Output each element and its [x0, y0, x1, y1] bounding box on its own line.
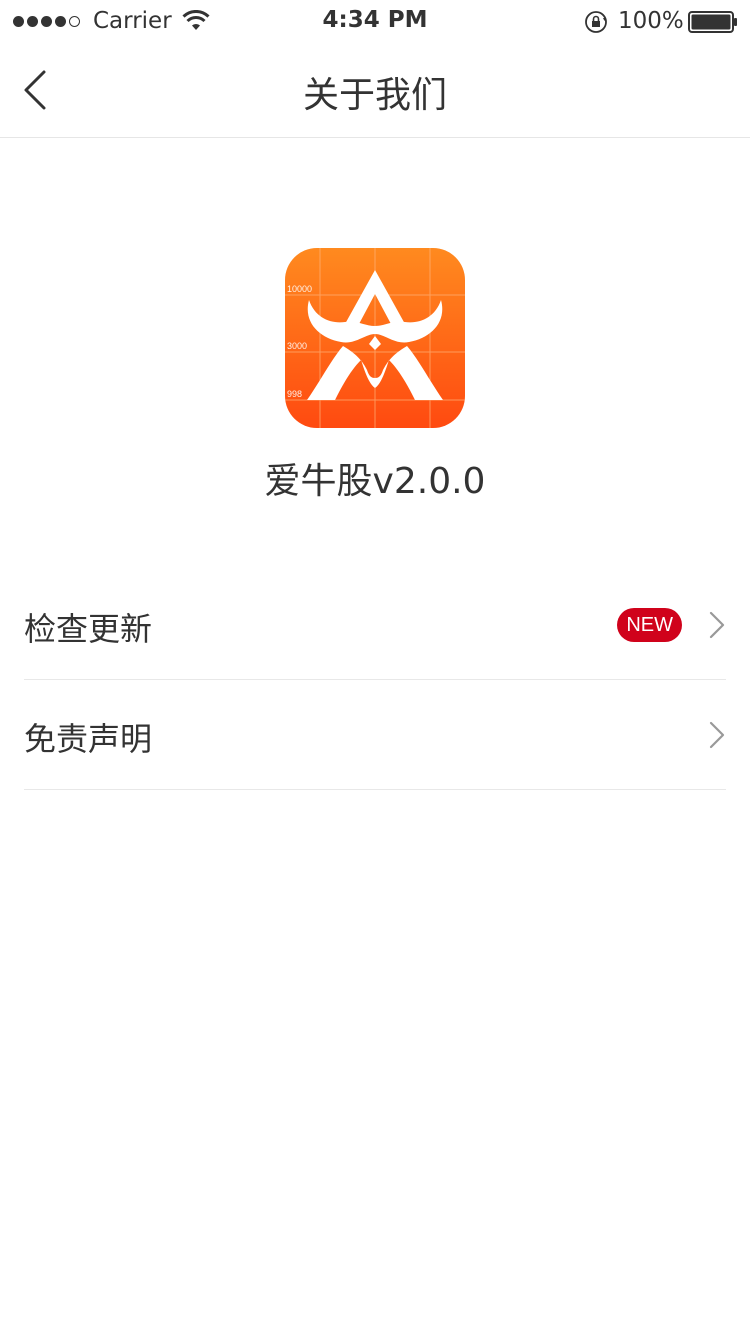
battery-icon — [688, 11, 737, 33]
check-update-label: 检查更新 — [24, 610, 153, 648]
new-badge: NEW — [617, 608, 682, 642]
logo-label-10000: 10000 — [287, 284, 312, 294]
app-logo: 10000 3000 998 — [285, 248, 465, 428]
logo-label-3000: 3000 — [287, 341, 307, 351]
check-update-item[interactable]: 检查更新 NEW — [24, 570, 726, 680]
about-menu-list: 检查更新 NEW 免责声明 — [24, 570, 726, 790]
status-bar: Carrier 4:34 PM 100% — [0, 0, 750, 40]
chevron-right-icon — [709, 721, 725, 749]
battery-percentage: 100% — [618, 8, 684, 34]
navigation-bar: 关于我们 — [0, 40, 750, 138]
disclaimer-item[interactable]: 免责声明 — [24, 680, 726, 790]
logo-label-998: 998 — [287, 389, 302, 399]
app-name-version: 爱牛股v2.0.0 — [264, 461, 486, 502]
disclaimer-label: 免责声明 — [24, 720, 153, 758]
rotation-lock-icon — [585, 11, 607, 33]
page-title: 关于我们 — [302, 75, 447, 116]
chevron-right-icon — [709, 611, 725, 639]
